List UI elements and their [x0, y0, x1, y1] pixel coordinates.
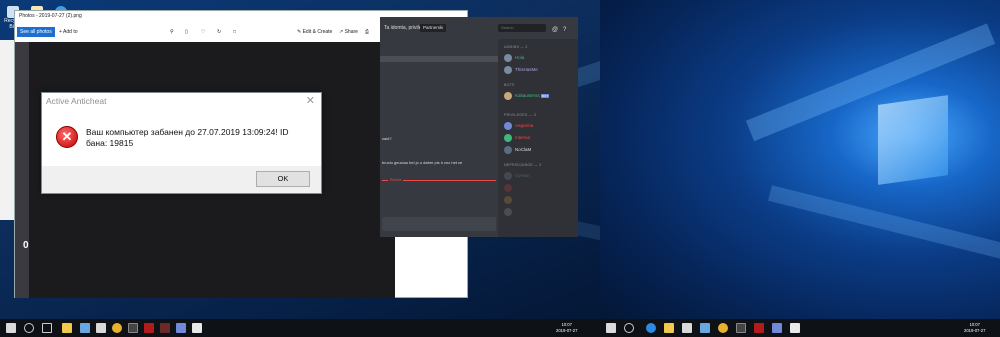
- app-icon[interactable]: [128, 323, 138, 333]
- photos-icon[interactable]: [192, 323, 202, 333]
- dialog-footer: OK: [42, 166, 321, 193]
- file-explorer-icon[interactable]: [664, 323, 674, 333]
- crop-icon[interactable]: □: [233, 27, 236, 37]
- new-messages-label: Ekstra: [388, 177, 404, 182]
- member-item[interactable]: Hola: [504, 53, 524, 63]
- member-item[interactable]: Cyrean: [504, 171, 530, 181]
- dialog-message: Ваш компьютер забанен до 27.07.2019 13:0…: [86, 127, 289, 148]
- avatar: [504, 91, 512, 100]
- delete-icon[interactable]: ▯: [185, 27, 188, 37]
- member-list: ADMINS — 2 Hola ThisHasMe BOTS Kaltauste…: [498, 39, 578, 237]
- add-to-button[interactable]: + Add to: [59, 27, 78, 37]
- start-icon[interactable]: [6, 323, 16, 333]
- app-icon[interactable]: [736, 323, 746, 333]
- member-item[interactable]: ThisHasMe: [504, 65, 538, 75]
- avatar: [504, 65, 512, 74]
- store-icon[interactable]: [96, 323, 106, 333]
- windows-logo: [878, 95, 948, 185]
- avatar: [504, 195, 512, 204]
- avatar: [504, 121, 512, 130]
- photos-icon[interactable]: [790, 323, 800, 333]
- start-icon[interactable]: [606, 323, 616, 333]
- store-icon[interactable]: [682, 323, 692, 333]
- right-monitor-desktop: 10:07 2019-07-27: [600, 0, 1000, 337]
- left-monitor-desktop: Recycle Bin Photos - 2019-07-27 (2).png …: [0, 0, 600, 337]
- help-icon[interactable]: ?: [563, 19, 566, 41]
- error-icon: ✕: [56, 126, 78, 148]
- discord-icon[interactable]: [772, 323, 782, 333]
- clock-date: 2019-07-27: [556, 327, 578, 333]
- ok-button[interactable]: OK: [256, 171, 310, 187]
- mention-icon[interactable]: @: [552, 19, 558, 41]
- anticheat-icon[interactable]: [160, 323, 170, 333]
- discord-icon[interactable]: [176, 323, 186, 333]
- file-explorer-icon[interactable]: [62, 323, 72, 333]
- member-item[interactable]: [504, 183, 515, 193]
- member-category: BOTS: [504, 83, 515, 87]
- chat-line: zaid?: [382, 136, 392, 141]
- channel-pill[interactable]: Partnerski: [420, 24, 447, 32]
- avatar: [504, 133, 512, 142]
- avatar: [504, 171, 512, 180]
- avatar: [504, 145, 512, 154]
- taskbar-left: 10:07 2019-07-27: [0, 319, 600, 337]
- search-icon[interactable]: [24, 323, 34, 333]
- avatar: [504, 53, 512, 62]
- taskbar-clock[interactable]: 10:07 2019-07-27: [556, 322, 577, 333]
- mail-icon[interactable]: [700, 323, 710, 333]
- rotate-icon[interactable]: ↻: [217, 27, 221, 37]
- chrome-icon[interactable]: [718, 323, 728, 333]
- see-all-photos-button[interactable]: See all photos: [17, 27, 55, 37]
- discord-window: Ta idomta, privileg(s)/ Partnerski Searc…: [380, 17, 578, 237]
- member-item[interactable]: Aegorma: [504, 121, 533, 131]
- member-category: ADMINS — 2: [504, 45, 528, 49]
- zoom-icon[interactable]: ⚲: [170, 27, 174, 37]
- avatar: [504, 207, 512, 216]
- game-icon[interactable]: [754, 323, 764, 333]
- chat-highlight: [380, 56, 498, 62]
- taskbar-right: 10:07 2019-07-27: [600, 319, 1000, 337]
- share-button[interactable]: ↗ Share: [339, 27, 358, 37]
- print-icon[interactable]: ⎙: [365, 27, 369, 37]
- anticheat-dialog: Active Anticheat ✕ ✕ Ваш компьютер забан…: [41, 92, 322, 194]
- member-item[interactable]: Kaltausterss BOT: [504, 91, 550, 101]
- chat-line: bruciu geuciau bei jo o daber pis ir cnc…: [382, 160, 463, 165]
- member-category: PRIVILEGED — 3: [504, 113, 536, 117]
- edit-create-button[interactable]: ✎ Edit & Create: [297, 27, 332, 37]
- discord-search-input[interactable]: Search: [498, 24, 546, 32]
- bot-badge: BOT: [541, 94, 550, 98]
- edge-icon[interactable]: [646, 323, 656, 333]
- message-input[interactable]: [382, 217, 496, 231]
- explorer-window-edge: [0, 40, 14, 220]
- member-category: NEPRISIJUNGE — 3: [504, 163, 542, 167]
- favorite-icon[interactable]: ♡: [201, 27, 205, 37]
- close-icon[interactable]: ✕: [306, 94, 315, 107]
- search-icon[interactable]: [624, 323, 634, 333]
- mail-icon[interactable]: [80, 323, 90, 333]
- avatar: [504, 183, 512, 192]
- discord-chat: zaid? bruciu geuciau bei jo o daber pis …: [380, 39, 498, 237]
- member-item[interactable]: Internia: [504, 133, 530, 143]
- clock-date: 2019-07-27: [964, 327, 986, 333]
- discord-header: Ta idomta, privileg(s)/ Partnerski Searc…: [380, 17, 578, 39]
- member-item[interactable]: [504, 207, 515, 217]
- photo-edge-strip: 0: [15, 42, 29, 298]
- taskbar-clock[interactable]: 10:07 2019-07-27: [964, 322, 985, 333]
- dialog-title: Active Anticheat: [46, 96, 107, 106]
- chrome-icon[interactable]: [112, 323, 122, 333]
- member-item[interactable]: NoClaM: [504, 145, 531, 155]
- task-view-icon[interactable]: [42, 323, 52, 333]
- member-item[interactable]: [504, 195, 515, 205]
- game-icon[interactable]: [144, 323, 154, 333]
